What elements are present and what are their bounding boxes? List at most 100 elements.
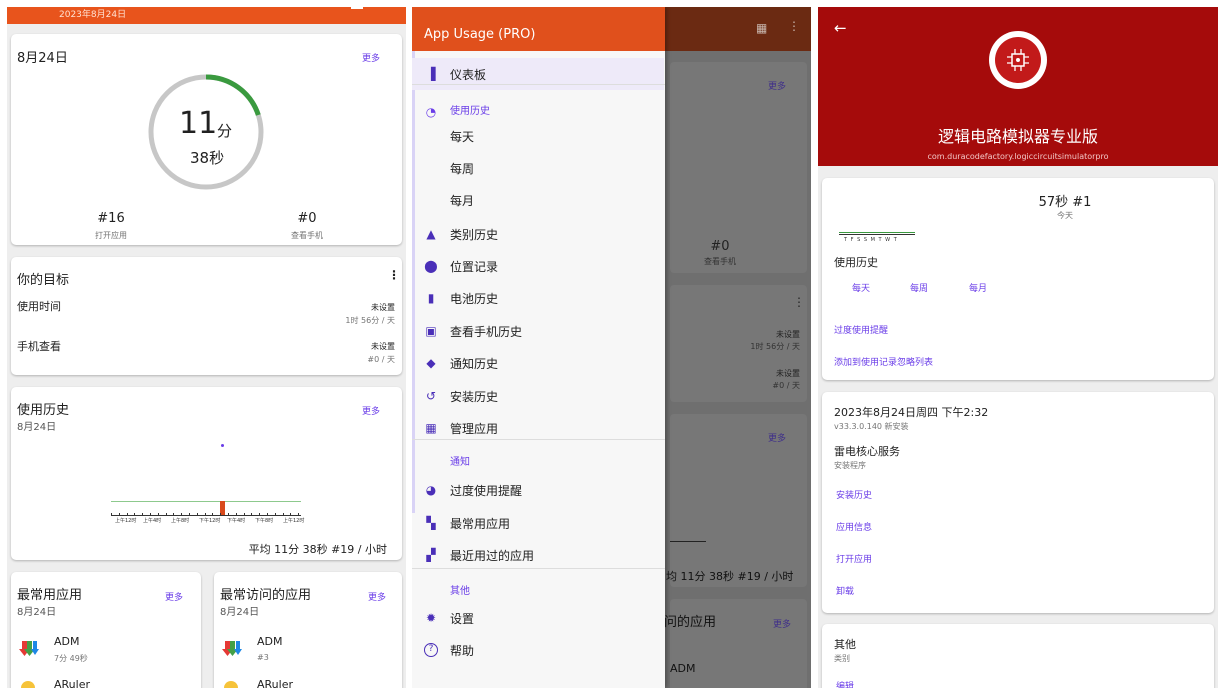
- today-more-link[interactable]: 更多: [362, 51, 380, 64]
- goal-check-status: 未设置: [371, 342, 395, 351]
- most-visited-card: 最常访问的应用 更多 8月24日 ADM #3 ARuler: [214, 572, 402, 688]
- x-axis-ticks: 上午12时 上午4时 上午8时 下午12时 下午4时 下午8时 上午12时: [111, 513, 304, 526]
- drawer-item[interactable]: ▞ 最近用过的应用: [412, 539, 664, 571]
- drawer-item[interactable]: ? 帮助: [412, 634, 664, 666]
- overuse-alert-link[interactable]: 过度使用提醒: [834, 323, 888, 336]
- drawer-item-label: 每月: [450, 194, 475, 208]
- category-edit-link[interactable]: 编辑: [836, 679, 854, 688]
- pie-icon: ◔: [425, 105, 437, 119]
- most-used-title: 最常用应用: [17, 588, 83, 603]
- most-visited-date: 8月24日: [220, 607, 260, 618]
- history-monthly-link[interactable]: 每月: [969, 281, 987, 294]
- x-tick: [118, 513, 120, 516]
- x-tick: [228, 513, 229, 516]
- drawer-item[interactable]: 每周: [412, 152, 664, 184]
- dimmed-status: 未设置: [776, 330, 800, 339]
- x-tick-label: 下午4时: [227, 518, 246, 524]
- most-visited-app2-name[interactable]: ARuler: [257, 678, 293, 688]
- drawer-item-label: 查看手机历史: [450, 325, 523, 339]
- app-name: 逻辑电路模拟器专业版: [937, 127, 1098, 146]
- more-vert-icon[interactable]: ⋮: [388, 268, 400, 282]
- aruler-icon: [224, 681, 238, 688]
- check-label: 查看手机: [291, 231, 323, 240]
- open-count: #16: [97, 211, 125, 226]
- dashboard-screen: 2023年8月24日 8月24日 更多 11 分 38秒 #16 打开应用 #0…: [7, 7, 406, 688]
- drawer-item-label: 每周: [450, 162, 475, 176]
- menu-icon[interactable]: [351, 7, 363, 9]
- x-tick: [134, 513, 136, 516]
- help-icon: ?: [424, 643, 438, 657]
- drawer-item[interactable]: ▐ 仪表板: [412, 58, 664, 90]
- history-daily-link[interactable]: 每天: [852, 281, 870, 294]
- week-line: [839, 232, 915, 233]
- app-icon: [989, 31, 1047, 89]
- calendar-icon[interactable]: ▦: [756, 21, 767, 35]
- drawer-section-header: 其他: [450, 586, 470, 597]
- drawer-item-label: 过度使用提醒: [450, 484, 523, 498]
- drawer-item[interactable]: ⬤ 位置记录: [412, 250, 664, 282]
- most-used-app-name[interactable]: ADM: [54, 635, 80, 648]
- x-tick: [204, 513, 206, 516]
- average-line: [111, 501, 301, 502]
- x-tick-label: 下午8时: [255, 518, 274, 524]
- goal-usage-label: 使用时间: [17, 300, 61, 313]
- dimmed-history-card: 更多 均 11分 38秒 #19 / 小时: [666, 414, 807, 587]
- dimmed-check-label: 查看手机: [704, 257, 736, 266]
- most-visited-app-name[interactable]: ADM: [257, 635, 283, 648]
- app-info-link[interactable]: 应用信息: [836, 520, 872, 533]
- drawer-item[interactable]: ↺ 安装历史: [412, 380, 664, 412]
- ignore-list-link[interactable]: 添加到使用记录忽略列表: [834, 355, 933, 368]
- nav-drawer: App Usage (PRO) ▐ 仪表板 ◔ 使用历史 每天 每周 每月 ▲ 类别历史 ⬤ 位置记…: [412, 7, 665, 688]
- history-date: 8月24日: [17, 422, 57, 433]
- drawer-item[interactable]: ◆ 通知历史: [412, 347, 664, 379]
- dimmed-visited-card: 问的应用 更多 ADM: [664, 599, 807, 688]
- today-card: 8月24日 更多 11 分 38秒 #16 打开应用 #0 查看手机: [11, 34, 402, 245]
- goal-check-label: 手机查看: [17, 340, 61, 353]
- drawer-screen: ▦ ⋮ 更多 #0 查看手机 ⋮ 未设置 1时 56分 / 天 未设置 #0 /…: [412, 7, 811, 688]
- drawer-item[interactable]: ▣ 查看手机历史: [412, 315, 664, 347]
- most-used-app2-name[interactable]: ARuler: [54, 678, 90, 688]
- drawer-item-label: 最近用过的应用: [450, 549, 535, 563]
- most-used-app-time: 7分 49秒: [54, 654, 88, 663]
- x-tick: [243, 513, 245, 516]
- x-tick: [259, 513, 261, 516]
- history-weekly-link[interactable]: 每周: [910, 281, 928, 294]
- aruler-icon: [21, 681, 35, 688]
- dimmed-more: 更多: [768, 434, 787, 444]
- drawer-item[interactable]: ▮ 电池历史: [412, 282, 664, 314]
- x-tick-label: 上午12时: [115, 518, 137, 524]
- drawer-item-label: 最常用应用: [450, 517, 511, 531]
- history-more-link[interactable]: 更多: [362, 404, 380, 417]
- dimmed-goals-card: ⋮ 未设置 1时 56分 / 天 未设置 #0 / 天: [670, 285, 807, 402]
- x-tick: [290, 513, 292, 516]
- drawer-item-label: 位置记录: [450, 260, 499, 274]
- app-bar-date: 2023年8月24日: [59, 10, 127, 20]
- more-vert-icon[interactable]: ⋮: [788, 19, 800, 33]
- open-label: 打开应用: [95, 231, 127, 240]
- drawer-item[interactable]: ✹ 设置: [412, 602, 664, 634]
- drawer-item[interactable]: ◕ 过度使用提醒: [412, 474, 664, 506]
- most-used-more-link[interactable]: 更多: [165, 590, 183, 603]
- drawer-item-label: 管理应用: [450, 422, 499, 436]
- history-summary: 平均 11分 38秒 #19 / 小时: [248, 543, 387, 556]
- install-history-link[interactable]: 安装历史: [836, 488, 872, 501]
- dimmed-more: 更多: [768, 82, 787, 92]
- x-tick: [298, 513, 300, 516]
- usage-minutes-unit: 分: [217, 122, 233, 140]
- most-visited-more-link[interactable]: 更多: [368, 590, 386, 603]
- category-title: 其他: [834, 638, 856, 651]
- drawer-item[interactable]: 每天: [412, 120, 664, 152]
- open-app-link[interactable]: 打开应用: [836, 552, 872, 565]
- dimmed-status: 未设置: [776, 369, 800, 378]
- drawer-item[interactable]: ▚ 最常用应用: [412, 507, 664, 539]
- back-arrow-icon[interactable]: ←: [834, 19, 847, 37]
- app-bar: 2023年8月24日: [7, 7, 406, 24]
- x-tick: [274, 513, 276, 516]
- drawer-item[interactable]: ▲ 类别历史: [412, 218, 664, 250]
- drawer-item[interactable]: 每月: [412, 184, 664, 216]
- dimmed-today-card: 更多 #0 查看手机: [670, 62, 807, 273]
- goal-check-detail: #0 / 天: [367, 355, 395, 364]
- uninstall-link[interactable]: 卸载: [836, 584, 854, 597]
- drawer-item-label: 电池历史: [450, 292, 499, 306]
- x-tick-label: 下午12时: [199, 518, 221, 524]
